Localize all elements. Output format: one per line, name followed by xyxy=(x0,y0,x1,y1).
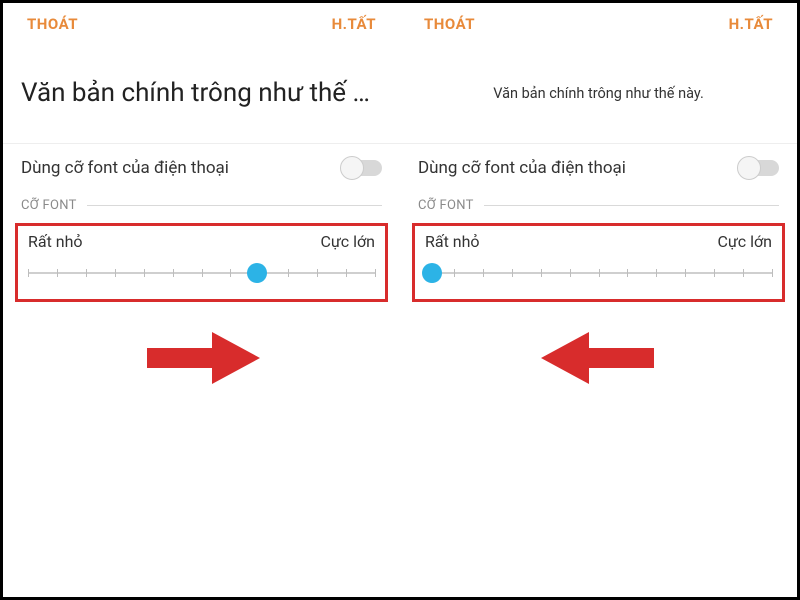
toggle-knob xyxy=(340,156,364,180)
slider-tick xyxy=(230,269,231,277)
done-button[interactable]: H.TẤT xyxy=(729,15,773,33)
slider-tick xyxy=(743,269,744,277)
use-phone-font-label: Dùng cỡ font của điện thoại xyxy=(21,158,229,178)
use-phone-font-row: Dùng cỡ font của điện thoại xyxy=(3,143,400,192)
slider-tick xyxy=(483,269,484,277)
preview-area: Văn bản chính trông như thế này. xyxy=(400,43,797,143)
slider-tick xyxy=(714,269,715,277)
slider-tick xyxy=(599,269,600,277)
font-size-slider[interactable] xyxy=(28,263,375,283)
font-size-slider-block: Rất nhỏ Cực lớn xyxy=(15,223,388,302)
slider-thumb[interactable] xyxy=(247,263,267,283)
slider-tick xyxy=(375,269,376,277)
slider-tick xyxy=(454,269,455,277)
exit-button[interactable]: THOÁT xyxy=(424,15,475,33)
toggle-knob xyxy=(737,156,761,180)
slider-tick xyxy=(512,269,513,277)
font-size-section-title: CỠ FONT xyxy=(21,198,77,213)
slider-tick xyxy=(202,269,203,277)
slider-tick xyxy=(144,269,145,277)
slider-min-label: Rất nhỏ xyxy=(28,232,83,251)
slider-labels: Rất nhỏ Cực lớn xyxy=(425,232,772,251)
preview-text: Văn bản chính trông như thế này. xyxy=(418,85,779,102)
exit-button[interactable]: THOÁT xyxy=(27,15,78,33)
use-phone-font-toggle[interactable] xyxy=(342,160,382,176)
slider-max-label: Cực lớn xyxy=(320,232,375,251)
slider-thumb[interactable] xyxy=(422,263,442,283)
slider-tick xyxy=(57,269,58,277)
pane-left: THOÁT H.TẤT Văn bản chính trông như thế … xyxy=(3,3,400,597)
font-size-slider-block: Rất nhỏ Cực lớn xyxy=(412,223,785,302)
slider-tick xyxy=(656,269,657,277)
slider-tick xyxy=(570,269,571,277)
slider-tick xyxy=(317,269,318,277)
slider-tick xyxy=(627,269,628,277)
section-divider xyxy=(87,205,382,206)
preview-text: Văn bản chính trông như thế này. xyxy=(21,78,382,108)
section-divider xyxy=(484,205,779,206)
slider-tick xyxy=(288,269,289,277)
header: THOÁT H.TẤT xyxy=(3,3,400,43)
use-phone-font-row: Dùng cỡ font của điện thoại xyxy=(400,143,797,192)
slider-tick xyxy=(86,269,87,277)
arrow-right-icon xyxy=(142,330,262,386)
slider-tick xyxy=(346,269,347,277)
use-phone-font-toggle[interactable] xyxy=(739,160,779,176)
slider-min-label: Rất nhỏ xyxy=(425,232,480,251)
arrow-indicator xyxy=(400,330,797,386)
font-size-section-header: CỠ FONT xyxy=(3,192,400,217)
slider-max-label: Cực lớn xyxy=(717,232,772,251)
slider-tick xyxy=(28,269,29,277)
font-size-slider[interactable] xyxy=(425,263,772,283)
font-size-section-header: CỠ FONT xyxy=(400,192,797,217)
slider-tick xyxy=(173,269,174,277)
slider-tick xyxy=(685,269,686,277)
header: THOÁT H.TẤT xyxy=(400,3,797,43)
slider-tick xyxy=(541,269,542,277)
font-size-section-title: CỠ FONT xyxy=(418,198,474,213)
slider-tick xyxy=(772,269,773,277)
slider-labels: Rất nhỏ Cực lớn xyxy=(28,232,375,251)
pane-right: THOÁT H.TẤT Văn bản chính trông như thế … xyxy=(400,3,797,597)
arrow-left-icon xyxy=(539,330,659,386)
arrow-indicator xyxy=(3,330,400,386)
use-phone-font-label: Dùng cỡ font của điện thoại xyxy=(418,158,626,178)
done-button[interactable]: H.TẤT xyxy=(332,15,376,33)
slider-tick xyxy=(115,269,116,277)
preview-area: Văn bản chính trông như thế này. xyxy=(3,43,400,143)
